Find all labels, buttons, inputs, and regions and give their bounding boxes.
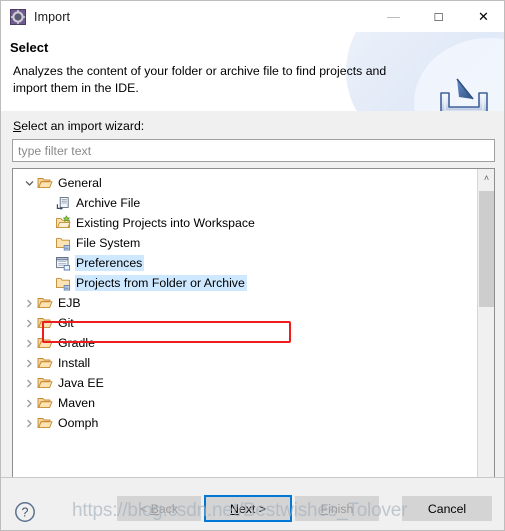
tree-item-java-ee[interactable]: Java EE bbox=[13, 373, 477, 393]
tree-item-preferences[interactable]: Preferences bbox=[13, 253, 477, 273]
tree-item-label: Existing Projects into Workspace bbox=[76, 216, 255, 230]
preferences-icon bbox=[55, 255, 71, 271]
tree-item-projects-from-folder-or-archive[interactable]: Projects from Folder or Archive bbox=[13, 273, 477, 293]
page-title: Select bbox=[10, 40, 49, 55]
import-dialog-window: Import — □ ✕ Select Analyzes the content… bbox=[0, 0, 505, 531]
folder-open-icon bbox=[37, 335, 53, 351]
filter-input[interactable]: type filter text bbox=[13, 144, 91, 158]
import-wizard-tree[interactable]: General Archive File Existing Projects int… bbox=[12, 168, 495, 526]
next-button-label: Next > bbox=[230, 501, 266, 516]
tree-item-gradle[interactable]: Gradle bbox=[13, 333, 477, 353]
help-question-icon[interactable]: ? bbox=[14, 501, 36, 523]
finish-button: Finish bbox=[295, 496, 379, 521]
tree-item-label: Oomph bbox=[58, 416, 99, 430]
finish-button-label: Finish bbox=[320, 501, 354, 516]
folder-open-icon bbox=[37, 415, 53, 431]
folder-open-icon bbox=[37, 295, 53, 311]
tree-item-label: Maven bbox=[58, 396, 95, 410]
back-button-label: < Back bbox=[140, 501, 178, 516]
wizard-label-accesskey: S bbox=[13, 119, 22, 133]
tree-item-install[interactable]: Install bbox=[13, 353, 477, 373]
tree-item-label: Install bbox=[58, 356, 91, 370]
chevron-right-icon[interactable] bbox=[21, 293, 37, 313]
chevron-right-icon[interactable] bbox=[21, 413, 37, 433]
tree-vertical-scrollbar[interactable]: ˄ ˅ bbox=[477, 169, 494, 525]
folder-open-icon bbox=[37, 315, 53, 331]
chevron-right-icon[interactable] bbox=[21, 333, 37, 353]
tree-item-label: Gradle bbox=[58, 336, 95, 350]
file-system-icon bbox=[55, 235, 71, 251]
scroll-up-arrow-icon[interactable]: ˄ bbox=[478, 169, 494, 186]
svg-text:?: ? bbox=[22, 506, 29, 520]
existing-projects-icon bbox=[55, 215, 71, 231]
cancel-button[interactable]: Cancel bbox=[402, 496, 492, 521]
chevron-right-icon[interactable] bbox=[21, 393, 37, 413]
select-wizard-label: Select an import wizard: bbox=[13, 119, 144, 133]
tree-item-general[interactable]: General bbox=[13, 173, 477, 193]
folder-open-icon bbox=[37, 175, 53, 191]
tree-item-existing-projects-into-workspace[interactable]: Existing Projects into Workspace bbox=[13, 213, 477, 233]
chevron-right-icon[interactable] bbox=[21, 313, 37, 333]
tree-item-git[interactable]: Git bbox=[13, 313, 477, 333]
chevron-right-icon[interactable] bbox=[21, 353, 37, 373]
minimize-button[interactable]: — bbox=[371, 1, 416, 32]
tree-item-maven[interactable]: Maven bbox=[13, 393, 477, 413]
tree-item-file-system[interactable]: File System bbox=[13, 233, 477, 253]
folder-open-icon bbox=[37, 395, 53, 411]
tree-item-label: Preferences bbox=[75, 255, 145, 271]
page-description: Analyzes the content of your folder or a… bbox=[13, 64, 387, 95]
folder-open-icon bbox=[37, 375, 53, 391]
back-button: < Back bbox=[117, 496, 201, 521]
tree-item-label: Projects from Folder or Archive bbox=[75, 275, 247, 291]
maximize-button[interactable]: □ bbox=[416, 1, 461, 32]
tree-item-ejb[interactable]: EJB bbox=[13, 293, 477, 313]
wizard-label-rest: elect an import wizard: bbox=[21, 119, 145, 133]
tree-item-label: Archive File bbox=[76, 196, 141, 210]
chevron-right-icon[interactable] bbox=[21, 373, 37, 393]
cancel-button-label: Cancel bbox=[427, 501, 467, 516]
tree-item-archive-file[interactable]: Archive File bbox=[13, 193, 477, 213]
title-bar: Import — □ ✕ bbox=[1, 1, 504, 32]
tree-item-label: Git bbox=[58, 316, 74, 330]
tree-item-label: File System bbox=[76, 236, 141, 250]
folder-open-icon bbox=[37, 355, 53, 371]
file-system-icon bbox=[55, 275, 71, 291]
tree-item-label: General bbox=[58, 176, 102, 190]
filter-input-wrapper[interactable]: type filter text bbox=[12, 139, 495, 162]
eclipse-gear-icon bbox=[10, 8, 26, 25]
close-button[interactable]: ✕ bbox=[461, 1, 504, 32]
next-button[interactable]: Next > bbox=[204, 495, 292, 522]
tree-item-label: EJB bbox=[58, 296, 81, 310]
tree-rows-container: General Archive File Existing Projects int… bbox=[13, 169, 477, 433]
tree-item-oomph[interactable]: Oomph bbox=[13, 413, 477, 433]
window-title: Import bbox=[34, 9, 71, 24]
wizard-header: Select Analyzes the content of your fold… bbox=[1, 32, 504, 112]
chevron-down-icon[interactable] bbox=[21, 173, 37, 193]
dialog-body: Select an import wizard: type filter tex… bbox=[1, 111, 504, 526]
window-controls: — □ ✕ bbox=[371, 1, 504, 32]
import-tray-arrow-icon bbox=[435, 75, 493, 111]
tree-item-label: Java EE bbox=[58, 376, 104, 390]
archive-file-icon bbox=[55, 195, 71, 211]
scrollbar-thumb[interactable] bbox=[479, 191, 494, 307]
